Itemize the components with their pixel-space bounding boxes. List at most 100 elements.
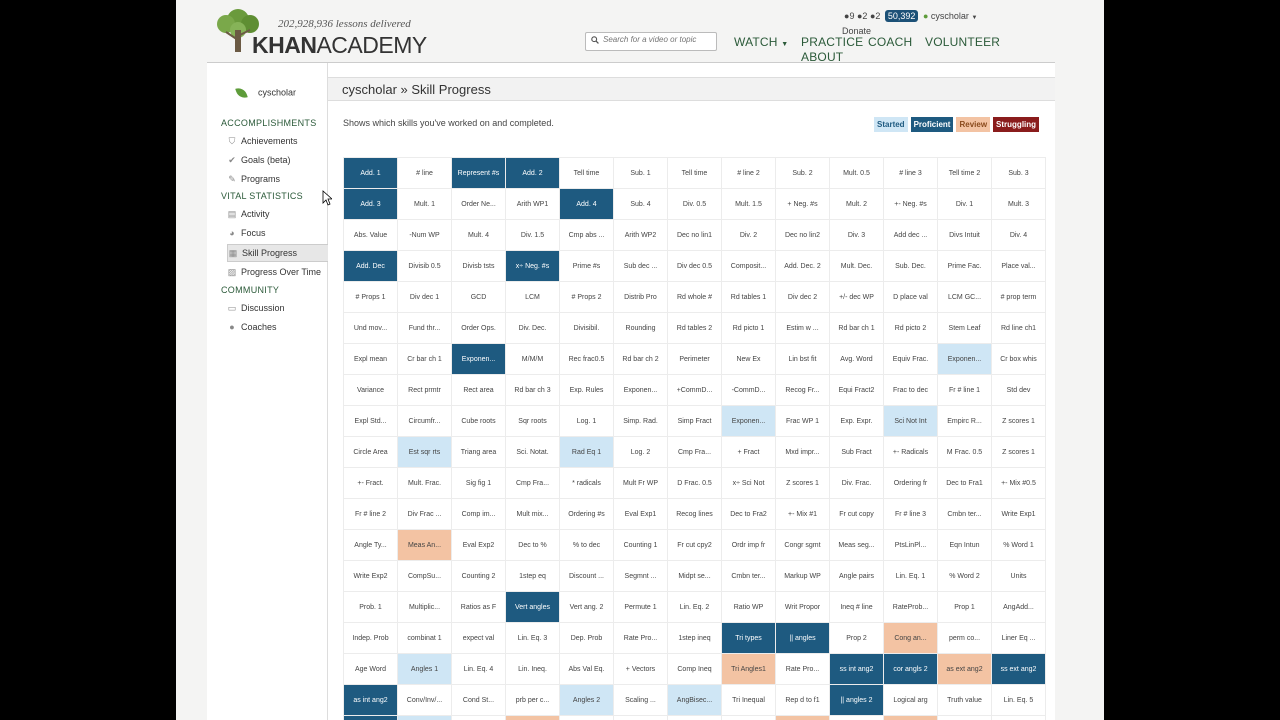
skill-cell[interactable]: Cmp Fra...: [505, 467, 560, 499]
skill-cell[interactable]: Midpt se...: [667, 560, 722, 592]
user-menu[interactable]: cyscholar ▼: [931, 11, 977, 21]
skill-cell[interactable]: Lin bst fit: [775, 343, 830, 375]
skill-cell[interactable]: New Ex: [721, 343, 776, 375]
skill-cell[interactable]: Stem Leaf: [937, 312, 992, 344]
skill-cell[interactable]: Meas seg...: [829, 529, 884, 561]
skill-cell[interactable]: % to dec: [559, 529, 614, 561]
skill-cell[interactable]: Rect prmtr: [397, 374, 452, 406]
skill-cell[interactable]: Add. Dec. 2: [775, 250, 830, 282]
skill-cell[interactable]: as int ang2: [343, 684, 398, 716]
nav-watch[interactable]: WATCH ▼: [734, 35, 788, 49]
skill-cell[interactable]: Units: [991, 560, 1046, 592]
skill-cell[interactable]: Order Ops.: [451, 312, 506, 344]
skill-cell[interactable]: Cond St...: [451, 684, 506, 716]
skill-cell[interactable]: +- Fract.: [343, 467, 398, 499]
skill-cell[interactable]: Mult. Frac.: [397, 467, 452, 499]
skill-cell[interactable]: Tri Angles1: [721, 653, 776, 685]
skill-cell[interactable]: # prop term: [991, 281, 1046, 313]
energy-points-badge[interactable]: 50,392: [884, 10, 919, 22]
skill-cell[interactable]: Rec frac0.5: [559, 343, 614, 375]
skill-cell[interactable]: Lin. Ineq.: [505, 653, 560, 685]
skill-cell[interactable]: Rd whole #: [667, 281, 722, 313]
skill-cell[interactable]: Congr sgmt: [775, 529, 830, 561]
skill-cell[interactable]: +- Mix #1: [775, 498, 830, 530]
skill-cell[interactable]: Cmbn ter...: [721, 560, 776, 592]
skill-cell[interactable]: Lin. Eq. 4: [451, 653, 506, 685]
skill-cell[interactable]: ss ext ang2: [991, 653, 1046, 685]
skill-cell[interactable]: Mult. 2: [829, 188, 884, 220]
skill-cell[interactable]: Dec no lin2: [775, 219, 830, 251]
skill-cell[interactable]: % Word 2: [937, 560, 992, 592]
skill-cell[interactable]: Lin. Eq. 5: [991, 684, 1046, 716]
skill-cell[interactable]: Log. 2: [613, 436, 668, 468]
sidebar-user[interactable]: cyscholar: [235, 85, 296, 101]
skill-cell[interactable]: +- Mix #0.5: [991, 467, 1046, 499]
skill-cell[interactable]: +- Radicals: [883, 436, 938, 468]
skill-cell[interactable]: Sub. 4: [613, 188, 668, 220]
skill-cell[interactable]: Markup WP: [775, 560, 830, 592]
skill-cell[interactable]: Sub. 2: [775, 157, 830, 189]
skill-cell[interactable]: Div. 1.5: [505, 219, 560, 251]
skill-cell[interactable]: as ext ang2: [937, 653, 992, 685]
skill-cell[interactable]: % Word 1: [991, 529, 1046, 561]
skill-cell[interactable]: Dec no lin1: [667, 219, 722, 251]
skill-cell[interactable]: Dec to Fra2: [721, 498, 776, 530]
skill-cell[interactable]: Vert ang. 2: [559, 591, 614, 623]
skill-cell[interactable]: || angles 2: [829, 684, 884, 716]
skill-cell[interactable]: Ratios as F: [451, 591, 506, 623]
skill-cell[interactable]: Rate Pro...: [613, 622, 668, 654]
skill-cell[interactable]: Divs Intuit: [937, 219, 992, 251]
skill-cell[interactable]: M Frac. 0.5: [937, 436, 992, 468]
skill-cell[interactable]: Fund thr...: [397, 312, 452, 344]
skill-cell[interactable]: 1step eq: [505, 560, 560, 592]
nav-coach[interactable]: COACH: [868, 35, 912, 49]
sidebar-item-activity[interactable]: ▤ Activity: [227, 206, 327, 222]
skill-cell[interactable]: Abs. Value: [343, 219, 398, 251]
skill-cell[interactable]: [883, 715, 938, 720]
skill-cell[interactable]: Rd bar ch 3: [505, 374, 560, 406]
skill-cell[interactable]: Tri types: [721, 622, 776, 654]
skill-cell[interactable]: Sci Not Int: [883, 405, 938, 437]
skill-cell[interactable]: Sci. Notat.: [505, 436, 560, 468]
skill-cell[interactable]: Dep. Prob: [559, 622, 614, 654]
skill-cell[interactable]: Counting 2: [451, 560, 506, 592]
skill-cell[interactable]: Arith WP2: [613, 219, 668, 251]
skill-cell[interactable]: Rd line ch1: [991, 312, 1046, 344]
skill-cell[interactable]: Triang area: [451, 436, 506, 468]
skill-cell[interactable]: Permute 1: [613, 591, 668, 623]
skill-cell[interactable]: Divisb tsts: [451, 250, 506, 282]
skill-cell[interactable]: [559, 715, 614, 720]
skill-cell[interactable]: Divisib 0.5: [397, 250, 452, 282]
skill-cell[interactable]: Mult. 0.5: [829, 157, 884, 189]
skill-cell[interactable]: Lin. Eq. 1: [883, 560, 938, 592]
skill-cell[interactable]: Divisibil.: [559, 312, 614, 344]
sidebar-item-goals[interactable]: ✔ Goals (beta): [227, 152, 327, 168]
sidebar-item-focus[interactable]: ◕ Focus: [227, 225, 327, 241]
skill-cell[interactable]: Expl Std...: [343, 405, 398, 437]
skill-cell[interactable]: M/M/M: [505, 343, 560, 375]
skill-cell[interactable]: Equi Fract2: [829, 374, 884, 406]
skill-cell[interactable]: Frac to dec: [883, 374, 938, 406]
sidebar-item-programs[interactable]: ✎ Programs: [227, 171, 327, 187]
skill-cell[interactable]: || angles: [775, 622, 830, 654]
skill-cell[interactable]: Rd picto 2: [883, 312, 938, 344]
skill-cell[interactable]: Div dec 2: [775, 281, 830, 313]
skill-cell[interactable]: Write Exp1: [991, 498, 1046, 530]
skill-cell[interactable]: Mult mix...: [505, 498, 560, 530]
skill-cell[interactable]: # line 2: [721, 157, 776, 189]
nav-practice[interactable]: PRACTICE: [801, 35, 863, 49]
skill-cell[interactable]: Rd bar ch 1: [829, 312, 884, 344]
skill-cell[interactable]: Add. 1: [343, 157, 398, 189]
skill-cell[interactable]: Mult. 3: [991, 188, 1046, 220]
skill-cell[interactable]: ss int ang2: [829, 653, 884, 685]
skill-cell[interactable]: Age Word: [343, 653, 398, 685]
skill-cell[interactable]: Est sqr rts: [397, 436, 452, 468]
skill-cell[interactable]: RateProb...: [883, 591, 938, 623]
skill-cell[interactable]: cor angls 2: [883, 653, 938, 685]
skill-cell[interactable]: Fr # line 2: [343, 498, 398, 530]
skill-cell[interactable]: Mult. 1: [397, 188, 452, 220]
skill-cell[interactable]: Equiv Frac.: [883, 343, 938, 375]
skill-cell[interactable]: Fr cut copy: [829, 498, 884, 530]
skill-cell[interactable]: Truth value: [937, 684, 992, 716]
skill-cell[interactable]: Z scores 1: [775, 467, 830, 499]
